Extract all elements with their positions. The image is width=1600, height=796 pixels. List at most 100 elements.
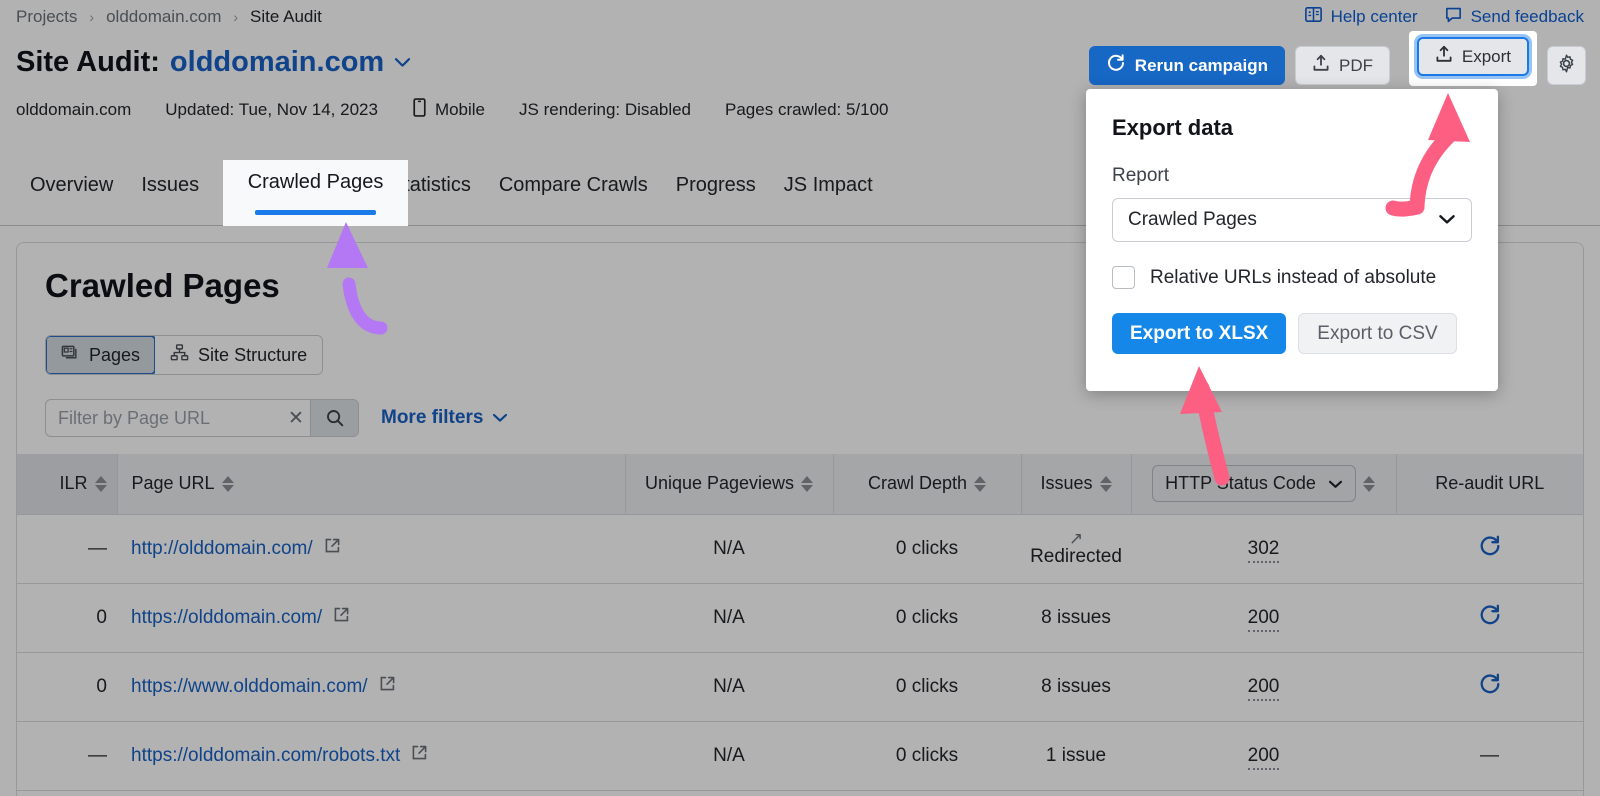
cell-crawl-depth: 0 clicks [833, 721, 1021, 790]
export-data-popover: Export data Report Crawled Pages Relativ… [1086, 89, 1498, 391]
rerun-campaign-label: Rerun campaign [1135, 56, 1268, 76]
tab-label: Compare Crawls [499, 174, 648, 196]
status-badge[interactable]: 200 [1248, 745, 1280, 770]
rerun-campaign-button[interactable]: Rerun campaign [1089, 46, 1285, 85]
cell-http-status-code: 302 [1131, 514, 1396, 583]
column-header-issues[interactable]: Issues [1021, 454, 1131, 514]
cell-re-audit: — [1396, 721, 1583, 790]
sort-icon[interactable] [801, 476, 813, 492]
page-title-prefix: Site Audit: [16, 46, 160, 79]
status-badge[interactable]: 302 [1248, 538, 1280, 563]
chevron-down-icon [1438, 209, 1456, 231]
mobile-icon [412, 98, 427, 122]
status-badge[interactable]: 200 [1248, 607, 1280, 632]
audit-meta: olddomain.com Updated: Tue, Nov 14, 2023… [16, 98, 889, 122]
search-icon[interactable] [310, 400, 358, 436]
meta-domain: olddomain.com [16, 100, 131, 120]
sort-icon[interactable] [222, 476, 234, 492]
pdf-button[interactable]: PDF [1295, 46, 1390, 85]
breadcrumb-item-projects[interactable]: Projects [16, 7, 77, 27]
column-header-ilr[interactable]: ILR [17, 454, 117, 514]
page-title: Site Audit: olddomain.com [16, 46, 411, 79]
checkbox-box[interactable] [1112, 266, 1135, 289]
cell-unique-pageviews: N/A [625, 583, 833, 652]
column-header-page-url[interactable]: Page URL [117, 454, 625, 514]
table-header-row: ILR Page URL Unique Pageviews Crawl [17, 454, 1583, 514]
tab-progress[interactable]: Progress [662, 166, 770, 226]
tab-issues[interactable]: Issues [127, 166, 213, 226]
close-icon[interactable]: ✕ [282, 407, 310, 430]
table-row[interactable]: — https://olddomain.com/robots.txt N/A 0… [17, 721, 1583, 790]
view-mode-site-structure[interactable]: Site Structure [155, 336, 322, 374]
page-url-link[interactable]: http://olddomain.com/ [131, 538, 313, 560]
help-center-link[interactable]: Help center [1304, 5, 1418, 29]
tab-js-impact[interactable]: JS Impact [770, 166, 887, 226]
table-row[interactable]: 0 https://olddomain.com/ N/A 0 clicks 8 … [17, 583, 1583, 652]
help-center-label: Help center [1331, 7, 1418, 27]
breadcrumb-separator-icon: › [233, 9, 238, 25]
cell-issues: 8 issues [1021, 583, 1131, 652]
refresh-icon[interactable] [1478, 606, 1502, 632]
sort-icon[interactable] [974, 476, 986, 492]
sort-icon[interactable] [1363, 476, 1375, 492]
report-select[interactable]: Crawled Pages [1112, 198, 1472, 242]
cell-ilr: 0 [17, 652, 117, 721]
status-badge[interactable]: 200 [1248, 676, 1280, 701]
cell-page-url: https://olddomain.com/robots.txt [117, 721, 625, 790]
refresh-icon[interactable] [1478, 675, 1502, 701]
cell-unique-pageviews: N/A [625, 514, 833, 583]
tab-overview[interactable]: Overview [16, 166, 127, 226]
send-feedback-label: Send feedback [1471, 7, 1584, 27]
page-title-domain[interactable]: olddomain.com [170, 46, 384, 79]
page-url-link[interactable]: https://www.olddomain.com/ [131, 676, 368, 698]
cell-ilr: 0 [17, 583, 117, 652]
table-row[interactable]: — http://olddomain.com/ N/A 0 clicks ↗Re… [17, 514, 1583, 583]
page-url-link[interactable]: https://olddomain.com/ [131, 607, 322, 629]
cell-re-audit [1396, 514, 1583, 583]
column-label: Issues [1040, 473, 1092, 494]
gear-icon [1556, 53, 1577, 79]
tab-label: Issues [141, 174, 199, 196]
send-feedback-link[interactable]: Send feedback [1444, 5, 1584, 29]
settings-button[interactable] [1547, 46, 1586, 85]
chevron-down-icon[interactable] [394, 52, 411, 74]
chevron-down-icon [1328, 473, 1343, 494]
table-row[interactable]: 0 https://www.olddomain.com/ N/A 0 click… [17, 652, 1583, 721]
cell-crawl-depth: 0 clicks [833, 583, 1021, 652]
column-header-crawl-depth[interactable]: Crawl Depth [833, 454, 1021, 514]
more-filters-button[interactable]: More filters [381, 407, 508, 429]
cell-page-url: https://www.olddomain.com/ [117, 652, 625, 721]
http-status-code-select[interactable]: HTTP Status Code [1152, 465, 1356, 502]
tabs: Overview Issues Crawled Pages Statistics… [16, 166, 887, 226]
external-link-icon[interactable] [411, 744, 428, 767]
column-header-unique-pageviews[interactable]: Unique Pageviews [625, 454, 833, 514]
meta-updated: Updated: Tue, Nov 14, 2023 [165, 100, 378, 120]
external-link-icon[interactable] [333, 606, 350, 629]
sort-icon[interactable] [95, 476, 107, 492]
speech-bubble-icon [1444, 5, 1463, 29]
relative-urls-checkbox[interactable]: Relative URLs instead of absolute [1112, 266, 1472, 289]
external-link-icon[interactable] [379, 675, 396, 698]
column-header-http-status-code[interactable]: HTTP Status Code [1131, 454, 1396, 514]
column-label: Crawl Depth [868, 473, 967, 494]
search-input[interactable] [46, 400, 282, 436]
export-to-xlsx-button[interactable]: Export to XLSX [1112, 313, 1286, 354]
view-mode-pages[interactable]: Pages [45, 335, 156, 375]
external-link-icon[interactable] [324, 537, 341, 560]
meta-device-label: Mobile [435, 100, 485, 120]
export-to-csv-button[interactable]: Export to CSV [1298, 313, 1456, 354]
report-label: Report [1112, 165, 1472, 187]
cell-http-status-code: 200 [1131, 721, 1396, 790]
breadcrumb-item-site-audit[interactable]: Site Audit [250, 7, 322, 27]
page-url-link[interactable]: https://olddomain.com/robots.txt [131, 745, 400, 767]
tab-compare-crawls[interactable]: Compare Crawls [485, 166, 662, 226]
export-button[interactable]: Export [1417, 37, 1529, 76]
tab-crawled-pages-highlight[interactable]: Crawled Pages [223, 160, 408, 226]
cell-page-url: http://olddomain.com/ [117, 514, 625, 583]
redirect-arrow-icon: ↗ [1069, 530, 1083, 548]
breadcrumb-item-domain[interactable]: olddomain.com [106, 7, 221, 27]
refresh-icon[interactable] [1478, 537, 1502, 563]
export-popover-title: Export data [1112, 115, 1472, 141]
report-select-value: Crawled Pages [1128, 209, 1257, 231]
sort-icon[interactable] [1100, 476, 1112, 492]
